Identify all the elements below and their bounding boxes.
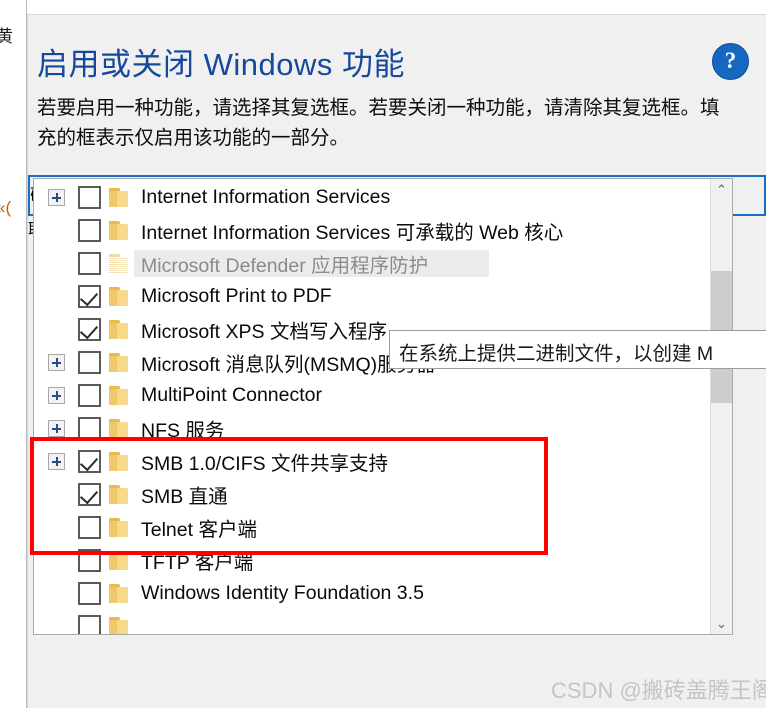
chevron-up-icon: ⌃ — [716, 182, 727, 197]
checkbox-checked[interactable] — [78, 450, 101, 473]
expand-plus-icon[interactable] — [48, 420, 65, 437]
feature-row[interactable]: Microsoft Print to PDF — [34, 280, 710, 313]
scroll-up-button[interactable]: ⌃ — [711, 179, 732, 200]
folder-icon — [109, 385, 131, 406]
expand-plus-icon[interactable] — [48, 354, 65, 371]
background-window-strip: 黄 «( — [0, 0, 27, 708]
list-scrollbar[interactable]: ⌃ ⌄ — [710, 179, 732, 634]
feature-row[interactable]: SMB 直通 — [34, 478, 710, 511]
feature-label: Windows Identity Foundation 3.5 — [141, 582, 424, 604]
help-button[interactable]: ? — [712, 43, 749, 80]
feature-row[interactable]: NFS 服务 — [34, 412, 710, 445]
folder-icon — [109, 319, 131, 340]
expand-plus-icon[interactable] — [48, 387, 65, 404]
folder-icon — [109, 253, 131, 274]
checkbox-unchecked[interactable] — [78, 582, 101, 605]
checkbox-unchecked[interactable] — [78, 516, 101, 539]
background-text-fragment: 黄 — [0, 22, 13, 47]
checkbox-unchecked[interactable] — [78, 384, 101, 407]
feature-label: Microsoft Print to PDF — [141, 285, 332, 307]
folder-icon — [109, 187, 131, 208]
feature-row[interactable]: Internet Information Services — [34, 181, 710, 214]
question-mark-icon: ? — [724, 48, 737, 73]
chevron-down-icon: ⌄ — [716, 616, 727, 631]
expand-plus-icon[interactable] — [48, 453, 65, 470]
feature-tooltip: 在系统上提供二进制文件，以创建 M — [389, 330, 766, 369]
checkbox-unchecked[interactable] — [78, 549, 101, 572]
checkbox-unchecked[interactable] — [78, 219, 101, 242]
feature-row[interactable]: Telnet 客户端 — [34, 511, 710, 544]
scroll-down-button[interactable]: ⌄ — [711, 613, 732, 634]
feature-label: Telnet 客户端 — [141, 519, 257, 541]
feature-row[interactable]: Windows Identity Foundation 3.5 — [34, 577, 710, 610]
expand-plus-icon[interactable] — [48, 189, 65, 206]
checkbox-unchecked[interactable] — [78, 351, 101, 374]
background-text-fragment: «( — [0, 198, 12, 217]
page-title: 启用或关闭 Windows 功能 — [37, 47, 405, 82]
folder-icon — [109, 220, 131, 241]
folder-icon — [109, 583, 131, 604]
feature-row[interactable]: MultiPoint Connector — [34, 379, 710, 412]
feature-row[interactable]: TFTP 客户端 — [34, 544, 710, 577]
checkbox-unchecked[interactable] — [78, 186, 101, 209]
folder-icon — [109, 484, 131, 505]
feature-row[interactable] — [34, 610, 710, 634]
feature-row[interactable]: SMB 1.0/CIFS 文件共享支持 — [34, 445, 710, 478]
feature-label: SMB 直通 — [141, 486, 228, 508]
feature-label: NFS 服务 — [141, 420, 225, 442]
feature-label: Internet Information Services 可承载的 Web 核… — [141, 222, 564, 244]
tooltip-text: 在系统上提供二进制文件，以创建 M — [399, 343, 714, 365]
feature-label: TFTP 客户端 — [141, 552, 254, 574]
checkbox-checked[interactable] — [78, 318, 101, 341]
checkbox-unchecked[interactable] — [78, 615, 101, 634]
feature-label: MultiPoint Connector — [141, 384, 323, 406]
folder-icon — [109, 616, 131, 634]
folder-icon — [109, 352, 131, 373]
folder-icon — [109, 286, 131, 307]
feature-row[interactable]: Microsoft Defender 应用程序防护 — [34, 247, 710, 280]
checkbox-checked[interactable] — [78, 483, 101, 506]
checkbox-unchecked[interactable] — [78, 252, 101, 275]
feature-label: Microsoft XPS 文档写入程序 — [141, 321, 387, 343]
checkbox-checked[interactable] — [78, 285, 101, 308]
dialog-instructions: 若要启用一种功能，请选择其复选框。若要关闭一种功能，请清除其复选框。填充的框表示… — [37, 97, 720, 149]
feature-label: Microsoft Defender 应用程序防护 — [141, 255, 429, 277]
feature-label: SMB 1.0/CIFS 文件共享支持 — [141, 453, 389, 475]
feature-list-container: Internet Information Services Internet In… — [33, 178, 733, 635]
folder-icon — [109, 451, 131, 472]
checkbox-unchecked[interactable] — [78, 417, 101, 440]
folder-icon — [109, 517, 131, 538]
folder-icon — [109, 550, 131, 571]
dialog-header: 启用或关闭 Windows 功能 ? 若要启用一种功能，请选择其复选框。若要关闭… — [28, 15, 766, 175]
feature-list[interactable]: Internet Information Services Internet In… — [34, 179, 710, 634]
feature-label: Internet Information Services — [141, 186, 391, 208]
feature-row[interactable]: Internet Information Services 可承载的 Web 核… — [34, 214, 710, 247]
folder-icon — [109, 418, 131, 439]
